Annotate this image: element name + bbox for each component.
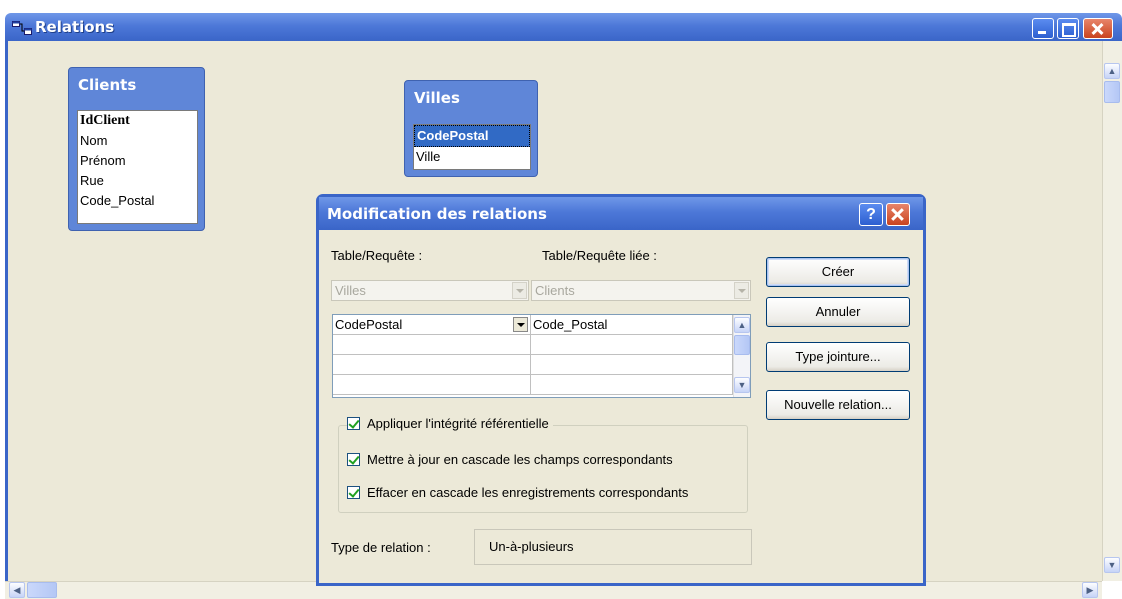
chevron-down-icon[interactable] xyxy=(512,282,527,299)
close-button[interactable] xyxy=(1083,18,1113,39)
window-title: Relations xyxy=(35,18,115,36)
checkbox-checked-icon[interactable] xyxy=(347,486,360,499)
title-bar[interactable]: Relations xyxy=(5,13,1122,41)
grid-cell-left[interactable]: CodePostal xyxy=(333,315,531,335)
maximize-button[interactable] xyxy=(1057,18,1079,39)
grid-cell-right[interactable]: Code_Postal xyxy=(531,315,733,335)
field-list: IdClient Nom Prénom Rue Code_Postal xyxy=(77,110,198,224)
table-combo[interactable]: Villes xyxy=(331,280,529,301)
related-table-label: Table/Requête liée : xyxy=(542,248,657,263)
table-title: Clients xyxy=(78,76,137,94)
dialog-title: Modification des relations xyxy=(327,205,547,223)
field-list: CodePostal Ville xyxy=(413,124,531,170)
scroll-down-button[interactable]: ▼ xyxy=(1104,557,1120,573)
checkbox-checked-icon[interactable] xyxy=(347,453,360,466)
scroll-thumb[interactable] xyxy=(734,335,750,355)
enforce-integrity-label: Appliquer l'intégrité référentielle xyxy=(367,416,549,431)
table-villes[interactable]: Villes CodePostal Ville xyxy=(404,80,538,177)
grid-cell-right[interactable] xyxy=(531,355,733,375)
table-clients[interactable]: Clients IdClient Nom Prénom Rue Code_Pos… xyxy=(68,67,205,231)
checkbox-checked-icon[interactable] xyxy=(347,417,360,430)
table-query-label: Table/Requête : xyxy=(331,248,423,263)
field-item[interactable]: Ville xyxy=(414,147,530,167)
field-item[interactable]: Code_Postal xyxy=(78,191,197,211)
join-fields-grid: CodePostal Code_Postal ▲ ▼ xyxy=(332,314,751,398)
enforce-integrity-checkbox[interactable]: Appliquer l'intégrité référentielle xyxy=(347,416,553,431)
cancel-button[interactable]: Annuler xyxy=(766,297,910,327)
related-table-combo[interactable]: Clients xyxy=(531,280,751,301)
grid-cell-left[interactable] xyxy=(333,335,531,355)
scroll-down-button[interactable]: ▼ xyxy=(734,377,750,393)
dialog-title-bar[interactable]: Modification des relations ? xyxy=(319,197,923,230)
scroll-thumb[interactable] xyxy=(27,582,57,598)
cascade-delete-label: Effacer en cascade les enregistrements c… xyxy=(367,485,689,500)
vertical-scrollbar[interactable]: ▲ ▼ xyxy=(1102,41,1122,581)
help-button[interactable]: ? xyxy=(859,203,883,226)
create-button[interactable]: Créer xyxy=(766,257,910,287)
grid-cell-left[interactable] xyxy=(333,355,531,375)
relationships-icon xyxy=(12,21,32,35)
scroll-up-button[interactable]: ▲ xyxy=(734,317,750,333)
table-title: Villes xyxy=(414,89,460,107)
field-item[interactable]: Rue xyxy=(78,171,197,191)
grid-scrollbar[interactable]: ▲ ▼ xyxy=(733,315,750,397)
cascade-delete-checkbox[interactable]: Effacer en cascade les enregistrements c… xyxy=(347,485,693,500)
grid-cell-text: CodePostal xyxy=(335,317,403,332)
field-item[interactable]: Prénom xyxy=(78,151,197,171)
grid-cell-right[interactable] xyxy=(531,335,733,355)
grid-cell-left[interactable] xyxy=(333,375,531,395)
related-table-combo-value: Clients xyxy=(535,283,575,298)
scroll-left-button[interactable]: ◀ xyxy=(9,582,25,598)
field-item-selected[interactable]: CodePostal xyxy=(414,125,530,147)
join-type-button[interactable]: Type jointure... xyxy=(766,342,910,372)
cascade-update-checkbox[interactable]: Mettre à jour en cascade les champs corr… xyxy=(347,452,677,467)
minimize-button[interactable] xyxy=(1032,18,1054,39)
field-item[interactable]: Nom xyxy=(78,131,197,151)
cascade-update-label: Mettre à jour en cascade les champs corr… xyxy=(367,452,673,467)
field-item[interactable]: IdClient xyxy=(78,111,197,131)
scroll-right-button[interactable]: ▶ xyxy=(1082,582,1098,598)
table-combo-value: Villes xyxy=(335,283,366,298)
new-relation-button[interactable]: Nouvelle relation... xyxy=(766,390,910,420)
grid-cell-right[interactable] xyxy=(531,375,733,395)
dialog-close-button[interactable] xyxy=(886,203,910,226)
scroll-thumb[interactable] xyxy=(1104,81,1120,103)
scroll-up-button[interactable]: ▲ xyxy=(1104,63,1120,79)
relation-type-label: Type de relation : xyxy=(331,540,431,555)
edit-relationships-dialog: Modification des relations ? Table/Requê… xyxy=(316,194,926,586)
chevron-down-icon[interactable] xyxy=(734,282,749,299)
chevron-down-icon[interactable] xyxy=(513,317,528,332)
relation-type-value: Un-à-plusieurs xyxy=(474,529,752,565)
